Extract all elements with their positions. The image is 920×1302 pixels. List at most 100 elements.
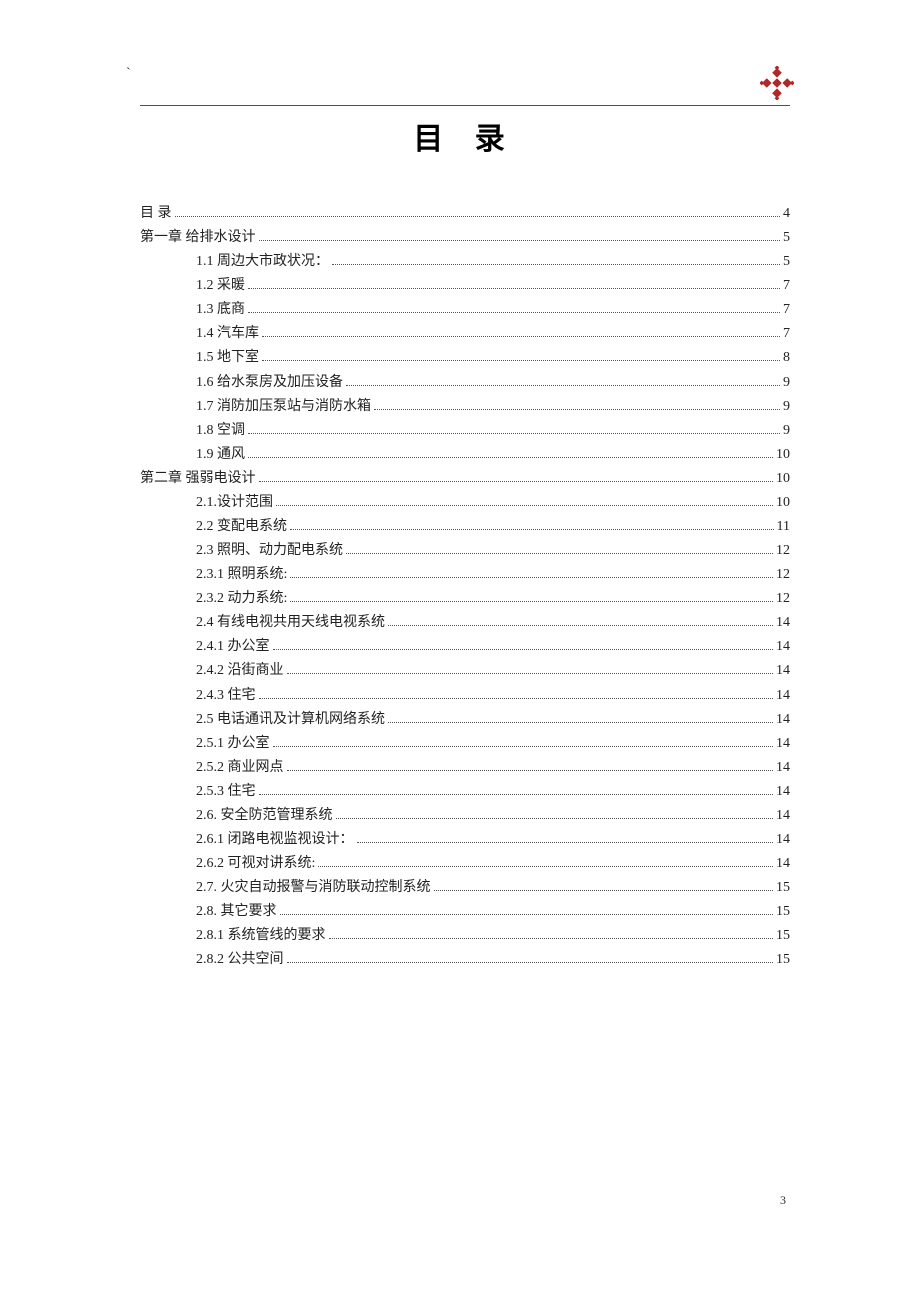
toc-entry: 2.5.3 住宅 14 [140,780,790,804]
toc-entry-page: 14 [776,611,790,635]
page-number: 3 [780,1193,786,1208]
toc-leader-dots [273,746,774,747]
toc-entry-label: 2.3 照明、动力配电系统 [196,539,343,563]
toc-entry-page: 4 [783,202,790,226]
toc-entry: 2.4 有线电视共用天线电视系统 14 [140,611,790,635]
toc-leader-dots [290,529,774,530]
toc-entry: 2.7. 火灾自动报警与消防联动控制系统15 [140,876,790,900]
toc-leader-dots [273,649,774,650]
toc-entry-label: 2.5.1 办公室 [196,732,270,756]
toc-entry-page: 15 [776,876,790,900]
toc-entry-label: 1.6 给水泵房及加压设备 [196,371,343,395]
toc-entry-page: 15 [776,924,790,948]
toc-entry: 2.4.1 办公室 14 [140,635,790,659]
toc-entry-label: 2.4.1 办公室 [196,635,270,659]
toc-entry: 第二章 强弱电设计10 [140,467,790,491]
toc-entry: 第一章 给排水设计 5 [140,226,790,250]
toc-entry-label: 1.4 汽车库 [196,322,259,346]
toc-entry-label: 2.5.3 住宅 [196,780,256,804]
toc-leader-dots [248,433,780,434]
toc-leader-dots [259,794,774,795]
toc-leader-dots [276,505,773,506]
toc-entry: 1.1 周边大市政状况： 5 [140,250,790,274]
toc-entry: 2.5 电话通讯及计算机网络系统14 [140,708,790,732]
toc-entry-label: 1.3 底商 [196,298,245,322]
toc-entry: 2.3 照明、动力配电系统12 [140,539,790,563]
diamond-logo-icon [760,66,794,100]
toc-entry: 2.3.1 照明系统:12 [140,563,790,587]
toc-entry: 2.6.2 可视对讲系统:14 [140,852,790,876]
toc-leader-dots [175,216,781,217]
toc-entry-page: 12 [776,587,790,611]
toc-leader-dots [332,264,780,265]
toc-entry-label: 1.1 周边大市政状况： [196,250,329,274]
toc-entry-page: 5 [783,226,790,250]
toc-leader-dots [357,842,774,843]
toc-entry-label: 1.5 地下室 [196,346,259,370]
toc-entry-page: 11 [777,515,790,539]
toc-entry: 1.4 汽车库7 [140,322,790,346]
toc-leader-dots [259,240,781,241]
toc-entry: 2.2 变配电系统11 [140,515,790,539]
toc-entry-page: 14 [776,659,790,683]
page-title: 目 录 [140,114,790,158]
toc-entry: 1.3 底商 7 [140,298,790,322]
toc-entry-label: 2.4.2 沿街商业 [196,659,284,683]
toc-entry-label: 1.9 通风 [196,443,245,467]
toc-entry-page: 10 [776,443,790,467]
toc-entry-page: 14 [776,828,790,852]
toc-entry-label: 2.5.2 商业网点 [196,756,284,780]
toc-leader-dots [329,938,774,939]
toc-entry-page: 15 [776,900,790,924]
toc-entry: 1.2 采暖 7 [140,274,790,298]
stray-mark: ` [126,66,131,82]
toc-leader-dots [290,577,773,578]
toc-entry-label: 第一章 给排水设计 [140,226,256,250]
toc-entry-page: 9 [783,371,790,395]
toc-entry-page: 9 [783,395,790,419]
toc-entry: 1.9 通风 10 [140,443,790,467]
toc-entry: 2.8. 其它要求 15 [140,900,790,924]
toc-entry-page: 15 [776,948,790,972]
toc-leader-dots [388,722,773,723]
toc-entry-page: 7 [783,274,790,298]
toc-entry: 1.5 地下室 8 [140,346,790,370]
toc-entry-page: 10 [776,491,790,515]
toc-leader-dots [336,818,774,819]
toc-entry: 2.4.3 住宅14 [140,684,790,708]
toc-entry-label: 2.6.2 可视对讲系统: [196,852,315,876]
toc-entry: 2.5.1 办公室 14 [140,732,790,756]
toc-entry: 1.8 空调9 [140,419,790,443]
toc-entry-page: 14 [776,732,790,756]
toc-leader-dots [248,312,780,313]
header-rule [140,70,790,106]
toc-leader-dots [374,409,780,410]
toc-entry-label: 2.8.2 公共空间 [196,948,284,972]
toc-leader-dots [290,601,773,602]
toc-leader-dots [248,457,773,458]
toc-entry-label: 1.2 采暖 [196,274,245,298]
toc-entry: 目 录4 [140,202,790,226]
toc-leader-dots [262,360,780,361]
toc-entry-page: 14 [776,756,790,780]
toc-entry-label: 2.6.1 闭路电视监视设计： [196,828,354,852]
toc-entry: 2.5.2 商业网点 14 [140,756,790,780]
toc-entry-page: 9 [783,419,790,443]
toc-entry-page: 14 [776,804,790,828]
toc-entry: 2.6. 安全防范管理系统14 [140,804,790,828]
toc-entry-page: 14 [776,708,790,732]
toc-entry-label: 2.3.1 照明系统: [196,563,287,587]
toc-entry-label: 2.8. 其它要求 [196,900,277,924]
toc-leader-dots [318,866,773,867]
toc-entry-page: 5 [783,250,790,274]
toc-entry: 1.7 消防加压泵站与消防水箱9 [140,395,790,419]
toc-entry-page: 14 [776,780,790,804]
toc-entry-page: 8 [783,346,790,370]
toc-entry-page: 7 [783,298,790,322]
toc-entry-label: 2.3.2 动力系统: [196,587,287,611]
toc-leader-dots [346,385,780,386]
toc-entry: 2.3.2 动力系统: 12 [140,587,790,611]
toc-entry-page: 14 [776,635,790,659]
toc-leader-dots [388,625,773,626]
toc-entry-label: 2.4 有线电视共用天线电视系统 [196,611,385,635]
